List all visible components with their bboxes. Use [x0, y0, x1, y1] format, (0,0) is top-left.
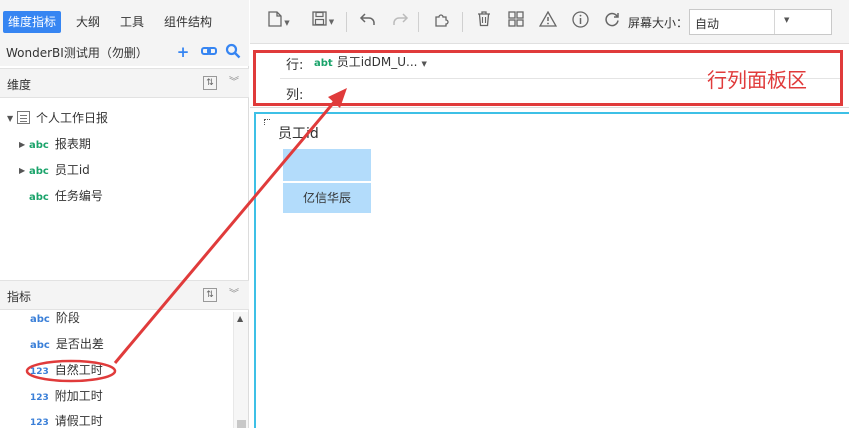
new-file-icon[interactable]: ▼	[262, 11, 296, 33]
plus-icon[interactable]: +	[174, 43, 192, 61]
measure-section-header: 指标 ⇅ ︾	[0, 280, 249, 310]
link-icon[interactable]	[200, 43, 218, 61]
component-title: 员工id	[278, 126, 319, 142]
tab-dimensions-measures[interactable]: 维度指标	[3, 11, 62, 33]
refresh-icon[interactable]	[600, 11, 624, 33]
chevron-down-icon[interactable]: ▼	[784, 16, 789, 24]
expand-right-icon[interactable]: ▶	[19, 134, 29, 156]
field-label: 附加工时	[54, 389, 103, 403]
package-name[interactable]: WonderBI测试用（勿删）	[6, 44, 148, 61]
field-label: 报表期	[54, 137, 91, 151]
collapse-all-icon[interactable]: ⇅	[203, 76, 217, 90]
bi-designer-window: 维度指标 大纲 工具 组件结构 WonderBI测试用（勿删） + 维度 ⇅ ︾…	[0, 0, 849, 428]
annotation-label: 行列面板区	[707, 68, 807, 92]
field-label: 请假工时	[54, 414, 103, 428]
text-type-icon: abc	[30, 340, 50, 351]
table-header-cell[interactable]	[283, 149, 371, 181]
measure-field[interactable]: abc 阶段	[30, 307, 80, 329]
design-canvas[interactable]: 员工id 亿信华辰	[250, 109, 849, 428]
tree-table-node[interactable]: ▼ 个人工作日报	[7, 107, 108, 129]
toolbar: ▼ ▼ 屏幕大小： 自动 ▼	[250, 0, 849, 44]
redo-icon[interactable]	[388, 11, 412, 33]
dimension-section-header: 维度 ⇅ ︾	[0, 68, 249, 98]
puzzle-icon[interactable]	[430, 11, 454, 33]
number-type-icon: 123	[30, 367, 49, 377]
dimension-field[interactable]: ▶ abc 员工id	[19, 159, 90, 181]
left-panel-tabs: 维度指标 大纲 工具 组件结构	[0, 0, 249, 40]
field-label: 自然工时	[54, 363, 103, 377]
text-type-icon: abc	[29, 166, 49, 177]
left-panel: 维度指标 大纲 工具 组件结构 WonderBI测试用（勿删） + 维度 ⇅ ︾…	[0, 0, 249, 428]
text-type-icon: abt	[314, 58, 333, 69]
field-label: 是否出差	[55, 337, 104, 351]
search-icon[interactable]	[224, 43, 242, 61]
measure-field[interactable]: 123 附加工时	[30, 385, 103, 407]
tab-component-structure[interactable]: 组件结构	[164, 11, 212, 33]
field-label: 员工id	[54, 163, 90, 177]
screen-size-select[interactable]: 自动 ▼	[689, 9, 832, 35]
text-type-icon: abc	[30, 314, 50, 325]
measure-section-title: 指标	[7, 290, 32, 304]
component-frame[interactable]: 员工id 亿信华辰	[254, 112, 849, 428]
chevron-double-down-icon[interactable]: ︾	[229, 74, 239, 92]
undo-icon[interactable]	[356, 11, 380, 33]
package-row: WonderBI测试用（勿删） +	[0, 40, 249, 66]
scroll-thumb[interactable]	[237, 420, 246, 428]
table-cell[interactable]: 亿信华辰	[283, 183, 371, 213]
toolbar-divider	[418, 12, 419, 32]
measure-field[interactable]: abc 是否出差	[30, 333, 104, 355]
number-type-icon: 123	[30, 393, 49, 403]
measure-field[interactable]: 123 请假工时	[30, 410, 103, 428]
chevron-down-icon[interactable]: ▼	[421, 60, 426, 68]
tab-tools[interactable]: 工具	[120, 11, 144, 33]
dimension-field[interactable]: abc 任务编号	[29, 185, 103, 207]
table-name: 个人工作日报	[36, 111, 109, 125]
dimension-field[interactable]: ▶ abc 报表期	[19, 133, 91, 155]
field-label: 阶段	[55, 311, 80, 325]
text-type-icon: abc	[29, 192, 49, 203]
collapse-all-icon[interactable]: ⇅	[203, 288, 217, 302]
row-label: 行:	[286, 58, 304, 73]
row-field-label: 员工idDM_U...	[336, 55, 418, 69]
save-icon[interactable]: ▼	[306, 11, 340, 33]
info-icon[interactable]	[568, 11, 592, 33]
expand-right-icon[interactable]: ▶	[19, 160, 29, 182]
dimension-section-title: 维度	[7, 78, 32, 92]
tab-outline[interactable]: 大纲	[76, 11, 100, 33]
screen-size-label: 屏幕大小：	[628, 16, 689, 30]
text-type-icon: abc	[29, 140, 49, 151]
scroll-up-icon[interactable]: ▲	[237, 314, 243, 323]
measure-field[interactable]: 123 自然工时	[30, 359, 103, 381]
number-type-icon: 123	[30, 418, 49, 428]
layout-icon[interactable]	[504, 11, 528, 33]
select-divider	[774, 10, 775, 34]
measure-scrollbar[interactable]: ▲	[233, 312, 248, 428]
screen-size-value: 自动	[695, 17, 720, 31]
toolbar-divider	[462, 12, 463, 32]
row-field-chip[interactable]: abt 员工idDM_U... ▼	[314, 53, 427, 71]
expand-down-icon[interactable]: ▼	[7, 108, 17, 130]
chevron-double-down-icon[interactable]: ︾	[229, 286, 239, 304]
drag-handle-icon[interactable]	[264, 119, 270, 125]
field-label: 任务编号	[54, 189, 103, 203]
column-label: 列:	[286, 88, 304, 103]
toolbar-divider	[346, 12, 347, 32]
warning-icon[interactable]	[536, 10, 560, 33]
table-icon	[17, 111, 30, 124]
delete-icon[interactable]	[472, 11, 496, 33]
